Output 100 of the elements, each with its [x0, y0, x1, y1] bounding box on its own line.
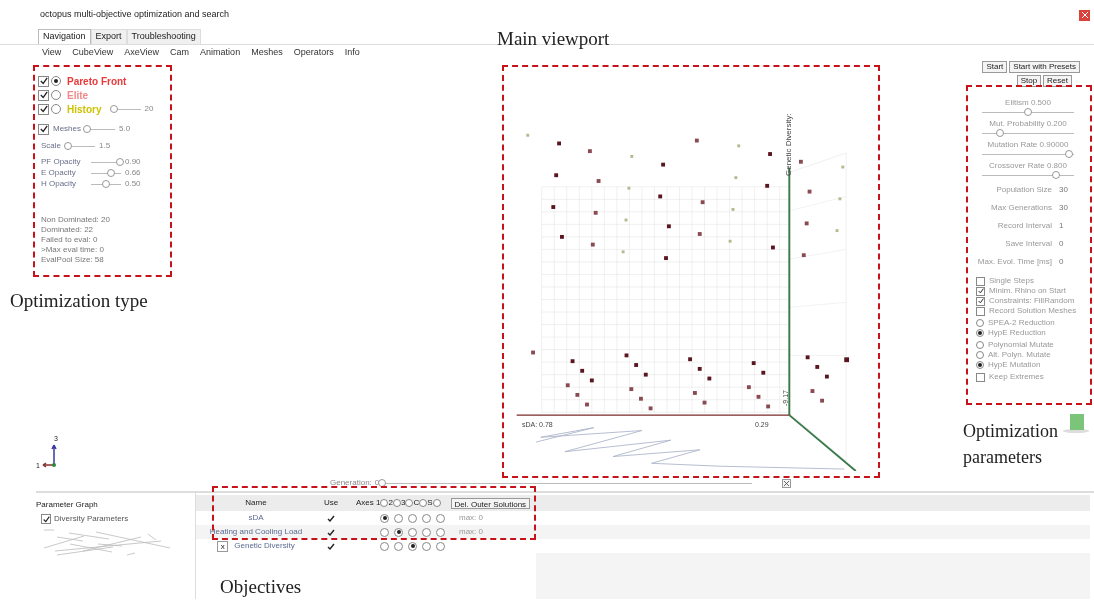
- radio-button[interactable]: [51, 76, 61, 86]
- menu-item[interactable]: Operators: [293, 46, 334, 60]
- annotation-label: Main viewport: [497, 27, 610, 51]
- slider-track[interactable]: [65, 142, 95, 150]
- layer-label: Pareto Front: [67, 74, 127, 89]
- scale-label: Scale: [41, 140, 61, 152]
- slider-track[interactable]: [91, 179, 121, 188]
- slider-reading: 5.0: [119, 123, 131, 135]
- slider-reading: 20: [144, 103, 154, 115]
- rate-label: Elitism 0.500: [1005, 97, 1051, 108]
- annotation-label: Optimization parameters: [963, 420, 1059, 469]
- radio-button[interactable]: [976, 329, 984, 337]
- checkbox[interactable]: [976, 306, 985, 316]
- number-field[interactable]: 0: [1059, 256, 1064, 268]
- radio-button[interactable]: [408, 541, 417, 551]
- radio-button[interactable]: [51, 90, 61, 100]
- radio-button[interactable]: [976, 361, 984, 369]
- radio-button[interactable]: [422, 513, 431, 523]
- radio-button[interactable]: [380, 527, 389, 537]
- checkbox[interactable]: [976, 276, 985, 286]
- radio-button[interactable]: [976, 351, 984, 359]
- option-label: Diversity Parameters: [54, 513, 129, 525]
- opacity-label: PF Opacity: [41, 155, 82, 168]
- radio-button[interactable]: [51, 104, 61, 114]
- checkbox[interactable]: [38, 89, 49, 101]
- radio-button[interactable]: [976, 341, 984, 349]
- number-field[interactable]: 30: [1059, 184, 1068, 196]
- radio-button[interactable]: [380, 513, 389, 523]
- radio-button[interactable]: [436, 527, 445, 537]
- slider-thumb[interactable]: [64, 142, 72, 150]
- radio-button[interactable]: [405, 499, 414, 507]
- close-button[interactable]: [1079, 9, 1090, 21]
- slider-track[interactable]: [982, 150, 1074, 158]
- radio-button[interactable]: [422, 527, 431, 537]
- menu-item[interactable]: Meshes: [251, 46, 283, 60]
- checkbox[interactable]: [976, 286, 985, 296]
- tab[interactable]: Export: [90, 29, 127, 44]
- opacity-label: H Opacity: [41, 177, 78, 190]
- slider-track[interactable]: [982, 171, 1074, 179]
- radio-button[interactable]: [394, 527, 403, 537]
- checkbox[interactable]: [38, 103, 49, 115]
- slider-track[interactable]: [982, 129, 1074, 137]
- checkbox[interactable]: [976, 296, 985, 306]
- number-field[interactable]: 30: [1059, 202, 1068, 214]
- radio-button[interactable]: [408, 527, 417, 537]
- radio-button[interactable]: [394, 513, 403, 523]
- generation-reading: 0: [374, 477, 380, 489]
- menu-item[interactable]: Cam: [170, 46, 190, 60]
- menu-item[interactable]: View: [42, 46, 62, 60]
- stat-text: EvalPool Size: 58: [41, 255, 105, 265]
- menu-item[interactable]: CubeView: [72, 46, 114, 60]
- stat-text: >Max eval time: 0: [41, 245, 105, 255]
- slider-thumb[interactable]: [1024, 108, 1032, 116]
- menu-item[interactable]: Animation: [200, 46, 241, 60]
- tab[interactable]: Troubleshooting: [126, 29, 201, 44]
- radio-button[interactable]: [392, 499, 401, 507]
- slider-thumb[interactable]: [1065, 150, 1074, 158]
- number-field[interactable]: 0: [1059, 238, 1064, 250]
- slider-track[interactable]: [85, 125, 115, 133]
- radio-button[interactable]: [380, 499, 389, 507]
- annotation-label: Objectives: [220, 575, 302, 599]
- radio-button[interactable]: [422, 541, 431, 551]
- radio-button[interactable]: [380, 541, 389, 551]
- checkbox[interactable]: [38, 75, 49, 87]
- radio-button[interactable]: [432, 499, 441, 507]
- slider-thumb[interactable]: [102, 179, 110, 188]
- slider-track[interactable]: [91, 157, 121, 166]
- menu-item[interactable]: AxeView: [124, 46, 160, 60]
- radio-button[interactable]: [408, 513, 417, 523]
- slider-track[interactable]: [982, 108, 1074, 116]
- slider-thumb[interactable]: [115, 157, 124, 166]
- remove-button[interactable]: x: [217, 540, 229, 552]
- run-button[interactable]: Start: [982, 61, 1008, 73]
- run-button[interactable]: Start with Presets: [1009, 61, 1080, 73]
- radio-button[interactable]: [436, 513, 445, 523]
- slider-track[interactable]: [91, 168, 121, 177]
- slider-thumb[interactable]: [378, 479, 387, 487]
- rate-label: Mutation Rate 0.90000: [987, 139, 1069, 150]
- slider-track[interactable]: [111, 105, 142, 113]
- delete-outer-solutions-button[interactable]: Del. Outer Solutions: [450, 497, 531, 509]
- checkbox[interactable]: [38, 123, 49, 135]
- slider-thumb[interactable]: [110, 105, 119, 113]
- radio-button[interactable]: [394, 541, 403, 551]
- radio-button[interactable]: [419, 499, 428, 507]
- slider-thumb[interactable]: [996, 129, 1005, 137]
- slider-thumb[interactable]: [106, 168, 115, 177]
- radio-button[interactable]: [976, 319, 984, 327]
- menu-item[interactable]: Info: [344, 46, 360, 60]
- checkbox[interactable]: [41, 514, 51, 524]
- close-button[interactable]: [782, 479, 791, 488]
- slider-thumb[interactable]: [1051, 171, 1060, 179]
- column-header: 3: [400, 497, 406, 509]
- radio-button[interactable]: [436, 541, 445, 551]
- run-button[interactable]: Reset: [1043, 75, 1072, 87]
- number-field[interactable]: 1: [1059, 220, 1064, 232]
- stat-text: Non Dominated: 20: [41, 215, 111, 225]
- field-label: Max Generations: [990, 202, 1052, 214]
- tab[interactable]: Navigation: [38, 29, 91, 44]
- slider-thumb[interactable]: [82, 125, 91, 133]
- checkbox[interactable]: [976, 372, 985, 382]
